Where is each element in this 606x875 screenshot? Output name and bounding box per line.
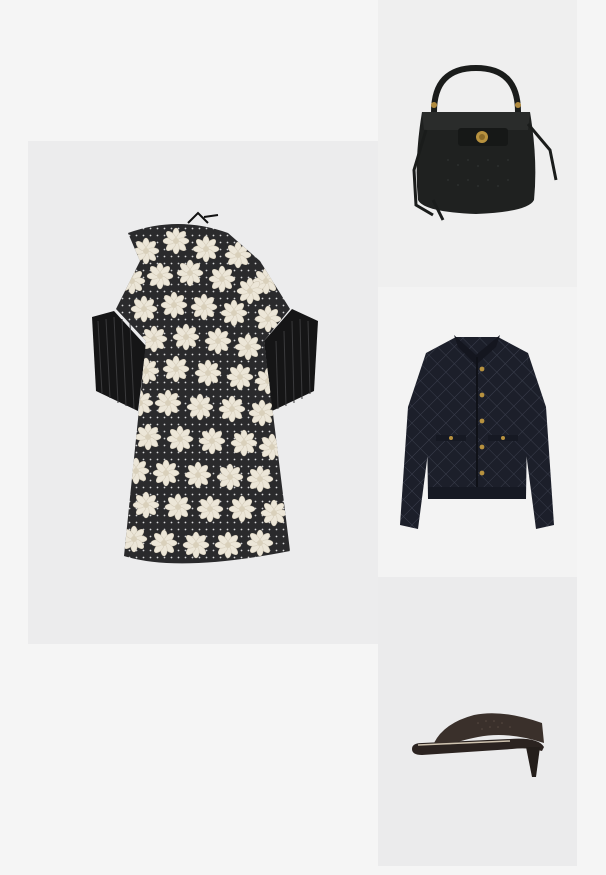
floral-lace-dress-image [92, 211, 318, 564]
bag-product-tile[interactable] [378, 0, 577, 287]
quilted-jacket-image [400, 335, 554, 529]
shoe-product-tile[interactable] [378, 577, 577, 866]
jacket-product-tile[interactable] [378, 287, 577, 577]
bucket-bag-image [412, 64, 558, 221]
dress-product-tile[interactable] [28, 141, 378, 644]
thong-sandal-image [412, 713, 544, 777]
